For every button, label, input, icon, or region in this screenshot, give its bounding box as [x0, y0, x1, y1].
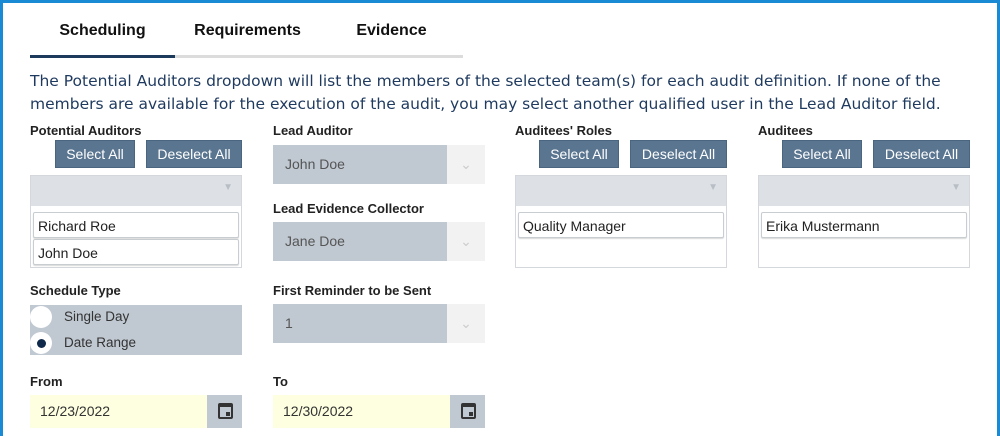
tab-evidence[interactable]: Evidence — [320, 22, 463, 40]
from-date-input[interactable]: 12/23/2022 — [30, 395, 207, 428]
date-range-radio[interactable] — [30, 332, 52, 354]
auditees-roles-dropdown[interactable]: ▼ — [516, 176, 726, 206]
first-reminder-select[interactable]: 1 ⌄ — [273, 304, 485, 343]
list-item[interactable]: Richard Roe — [33, 212, 239, 238]
radio-selected-dot — [37, 339, 46, 348]
chevron-down-icon: ⌄ — [447, 222, 485, 261]
potential-auditors-dropdown[interactable]: ▼ — [31, 176, 241, 206]
from-label: From — [30, 374, 63, 389]
auditees-multiselect[interactable]: ▼ Erika Mustermann — [758, 175, 970, 268]
potential-auditors-multiselect[interactable]: ▼ Richard Roe John Doe — [30, 175, 242, 268]
chevron-down-icon: ▼ — [708, 182, 718, 193]
auditees-roles-multiselect[interactable]: ▼ Quality Manager — [515, 175, 727, 268]
first-reminder-value: 1 — [285, 315, 293, 331]
auditees-deselect-all-button[interactable]: Deselect All — [873, 140, 970, 168]
chevron-down-icon: ⌄ — [447, 145, 485, 184]
lead-evidence-collector-select[interactable]: Jane Doe ⌄ — [273, 222, 485, 261]
auditees-roles-label: Auditees' Roles — [515, 123, 613, 138]
to-label: To — [273, 374, 288, 389]
list-item[interactable]: John Doe — [33, 239, 239, 265]
from-date-field[interactable]: 12/23/2022 — [30, 395, 242, 428]
potential-auditors-select-all-button[interactable]: Select All — [55, 140, 135, 168]
auditees-roles-select-all-button[interactable]: Select All — [539, 140, 619, 168]
list-item[interactable]: Erika Mustermann — [761, 212, 967, 238]
to-date-input[interactable]: 12/30/2022 — [273, 395, 450, 428]
calendar-icon[interactable] — [218, 403, 233, 419]
tab-requirements[interactable]: Requirements — [175, 22, 320, 40]
lead-auditor-value: John Doe — [285, 156, 345, 172]
potential-auditors-label: Potential Auditors — [30, 123, 142, 138]
auditees-label: Auditees — [758, 123, 813, 138]
lead-auditor-label: Lead Auditor — [273, 123, 353, 138]
info-text: The Potential Auditors dropdown will lis… — [30, 72, 941, 113]
single-day-radio[interactable] — [30, 306, 52, 328]
schedule-type-radio-group: Single Day Date Range — [30, 305, 242, 355]
lead-evidence-collector-label: Lead Evidence Collector — [273, 201, 424, 216]
auditees-select-all-button[interactable]: Select All — [782, 140, 862, 168]
chevron-down-icon: ⌄ — [447, 304, 485, 343]
to-date-field[interactable]: 12/30/2022 — [273, 395, 485, 428]
schedule-type-label: Schedule Type — [30, 283, 121, 298]
chevron-down-icon: ▼ — [951, 182, 961, 193]
list-item[interactable]: Quality Manager — [518, 212, 724, 238]
auditees-dropdown[interactable]: ▼ — [759, 176, 969, 206]
calendar-icon[interactable] — [461, 403, 476, 419]
lead-auditor-select[interactable]: John Doe ⌄ — [273, 145, 485, 184]
lead-evidence-collector-value: Jane Doe — [285, 233, 345, 249]
first-reminder-label: First Reminder to be Sent — [273, 283, 432, 298]
date-range-label[interactable]: Date Range — [64, 335, 136, 350]
chevron-down-icon: ▼ — [223, 182, 233, 193]
tab-scheduling[interactable]: Scheduling — [30, 22, 175, 40]
active-tab-indicator — [30, 55, 175, 58]
single-day-label[interactable]: Single Day — [64, 309, 129, 324]
auditees-roles-deselect-all-button[interactable]: Deselect All — [630, 140, 727, 168]
potential-auditors-deselect-all-button[interactable]: Deselect All — [146, 140, 242, 168]
